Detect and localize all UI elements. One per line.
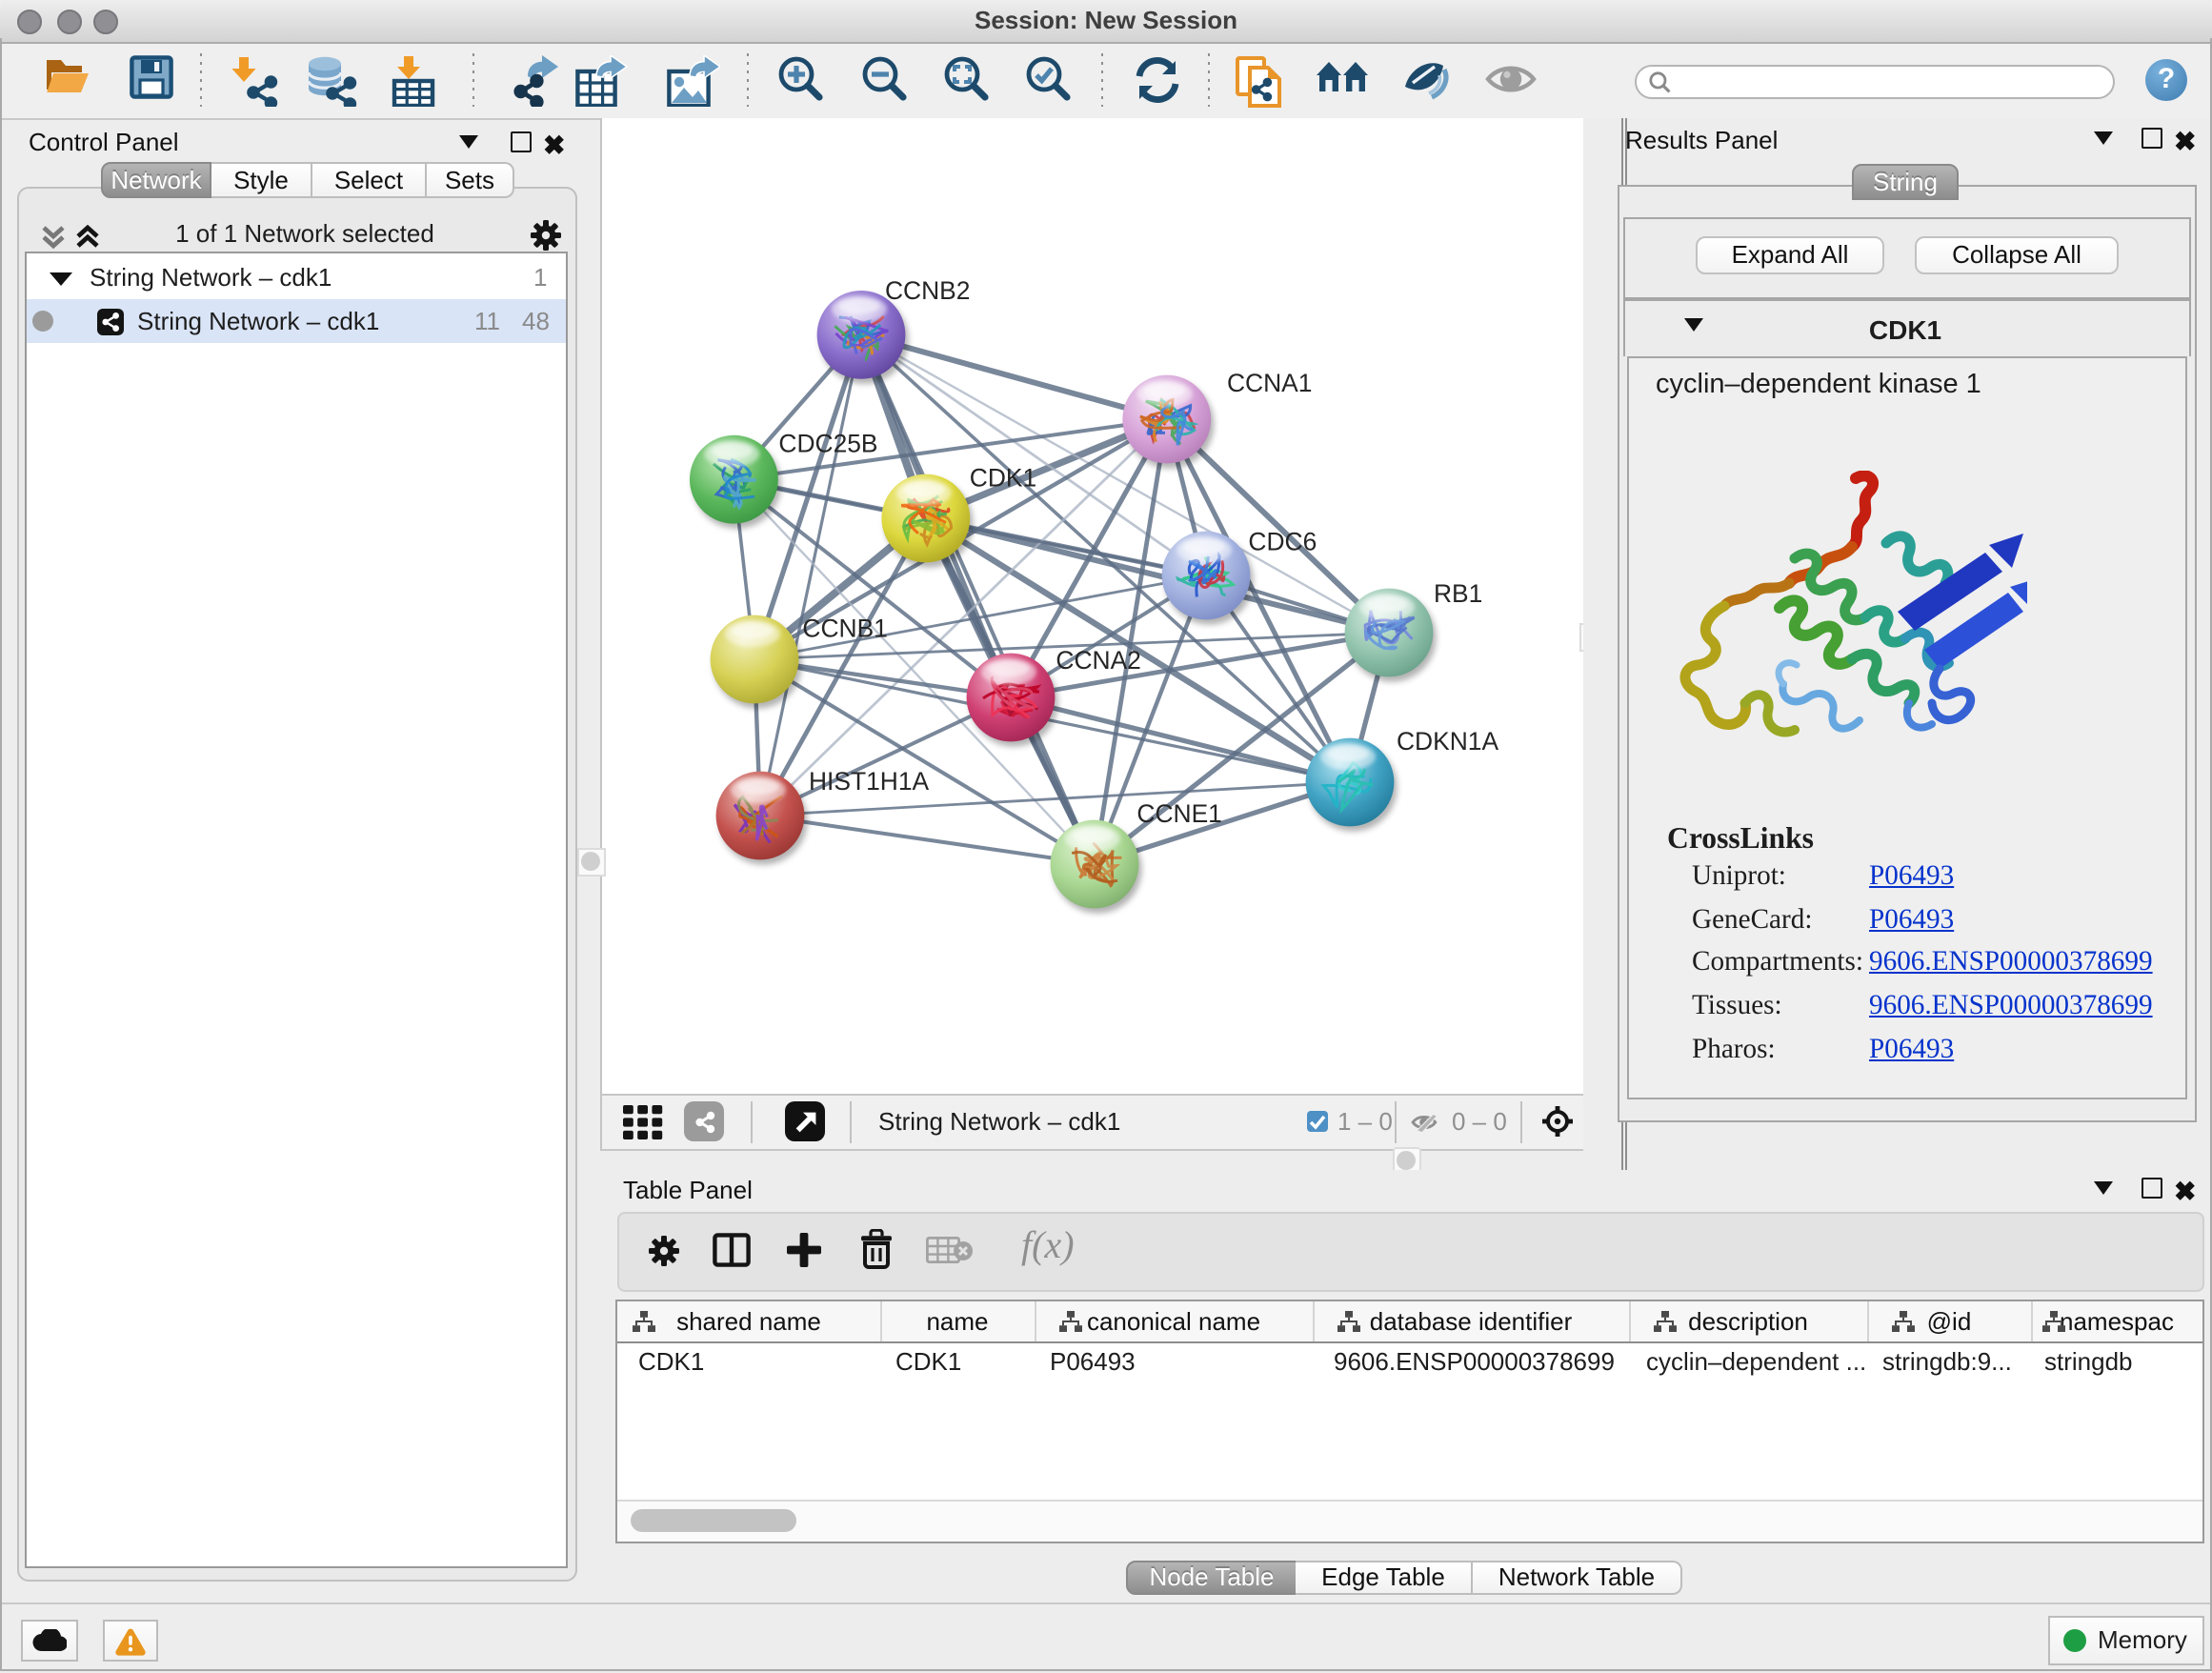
svg-text:CCNA1: CCNA1 — [1227, 369, 1312, 397]
svg-text:CDKN1A: CDKN1A — [1397, 727, 1498, 756]
svg-text:HIST1H1A: HIST1H1A — [809, 767, 930, 796]
svg-text:CCNE1: CCNE1 — [1136, 799, 1221, 828]
svg-text:CCNA2: CCNA2 — [1056, 646, 1140, 675]
svg-text:CCNB2: CCNB2 — [885, 276, 970, 305]
svg-text:CCNB1: CCNB1 — [802, 615, 887, 643]
svg-text:CDK1: CDK1 — [970, 463, 1036, 492]
svg-text:CDC25B: CDC25B — [778, 429, 877, 457]
svg-text:CDC6: CDC6 — [1248, 527, 1317, 555]
svg-text:RB1: RB1 — [1434, 579, 1482, 608]
